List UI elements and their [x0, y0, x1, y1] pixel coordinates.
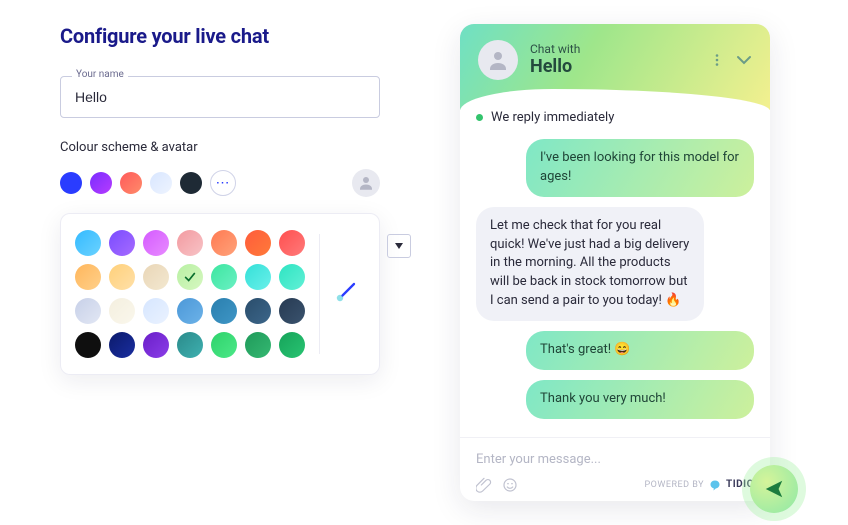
quick-color-row: ⋯ [60, 169, 380, 197]
page-title: Configure your live chat [60, 24, 380, 48]
palette-swatch[interactable] [75, 332, 101, 358]
quick-color-swatch[interactable] [150, 172, 172, 194]
color-picker [60, 213, 380, 375]
palette-swatch[interactable] [245, 298, 271, 324]
person-icon [486, 48, 510, 72]
status-text: We reply immediately [491, 110, 614, 125]
chat-input[interactable]: Enter your message... [476, 448, 754, 477]
name-field-label: Your name [72, 69, 128, 80]
palette-swatch[interactable] [177, 230, 203, 256]
palette-swatch[interactable] [279, 264, 305, 290]
palette-swatch[interactable] [143, 298, 169, 324]
avatar-placeholder[interactable] [352, 169, 380, 197]
chat-with-label: Chat with [530, 42, 580, 56]
picker-divider [319, 234, 320, 354]
palette-swatch[interactable] [109, 332, 135, 358]
status-row: We reply immediately [476, 110, 754, 125]
dropdown-toggle[interactable] [387, 234, 411, 258]
emoji-icon[interactable] [502, 477, 518, 493]
kebab-icon[interactable] [710, 53, 724, 67]
palette-swatch[interactable] [211, 332, 237, 358]
chat-body: We reply immediately I've been looking f… [460, 110, 770, 437]
check-icon [183, 270, 197, 284]
palette-swatch[interactable] [211, 230, 237, 256]
palette-swatch[interactable] [279, 332, 305, 358]
palette-swatch[interactable] [211, 298, 237, 324]
message-sent: Thank you very much! [526, 380, 754, 419]
palette-swatch[interactable] [109, 230, 135, 256]
quick-color-swatch[interactable] [120, 172, 142, 194]
chat-input-area: Enter your message... POWERED BY TIDIO [460, 437, 770, 501]
chat-header: Chat with Hello [460, 24, 770, 110]
palette-swatch[interactable] [143, 332, 169, 358]
palette-swatch[interactable] [75, 230, 101, 256]
chat-widget: Chat with Hello We reply immediately I'v… [460, 24, 770, 501]
message-sent: I've been looking for this model for age… [526, 139, 754, 197]
send-icon [763, 478, 785, 500]
person-icon [357, 174, 375, 192]
powered-by-label: POWERED BY [645, 480, 705, 490]
attachment-icon[interactable] [476, 477, 492, 493]
name-input[interactable] [60, 76, 380, 118]
message-received: Let me check that for you real quick! We… [476, 207, 704, 321]
quick-color-swatch[interactable] [90, 172, 112, 194]
palette-swatch[interactable] [75, 264, 101, 290]
palette-swatch[interactable] [177, 298, 203, 324]
palette-swatch[interactable] [245, 264, 271, 290]
quick-color-swatch[interactable] [180, 172, 202, 194]
more-icon: ⋯ [216, 175, 231, 191]
tidio-logo-icon [709, 479, 721, 491]
caret-down-icon [395, 243, 403, 249]
palette-swatch[interactable] [211, 264, 237, 290]
chat-preview: Chat with Hello We reply immediately I'v… [460, 24, 770, 501]
palette-swatch[interactable] [245, 230, 271, 256]
name-field: Your name [60, 76, 380, 118]
palette-swatch[interactable] [279, 230, 305, 256]
message-sent: That's great! 😄 [526, 331, 754, 370]
palette-swatch[interactable] [143, 230, 169, 256]
brush-icon [334, 280, 358, 304]
chevron-down-icon[interactable] [736, 53, 752, 67]
more-colors-button[interactable]: ⋯ [210, 170, 236, 196]
chat-operator-name: Hello [530, 56, 580, 78]
palette-swatch[interactable] [279, 298, 305, 324]
palette-swatch[interactable] [75, 298, 101, 324]
palette-swatch[interactable] [177, 264, 203, 290]
quick-color-swatch[interactable] [60, 172, 82, 194]
online-dot-icon [476, 114, 483, 121]
palette-swatch[interactable] [143, 264, 169, 290]
chat-header-avatar [478, 40, 518, 80]
powered-by: POWERED BY TIDIO [645, 479, 755, 491]
palette-swatch[interactable] [109, 264, 135, 290]
palette-swatch[interactable] [177, 332, 203, 358]
custom-color-button[interactable] [334, 280, 358, 308]
palette-swatch[interactable] [109, 298, 135, 324]
colour-section-label: Colour scheme & avatar [60, 140, 380, 155]
palette-swatch[interactable] [245, 332, 271, 358]
